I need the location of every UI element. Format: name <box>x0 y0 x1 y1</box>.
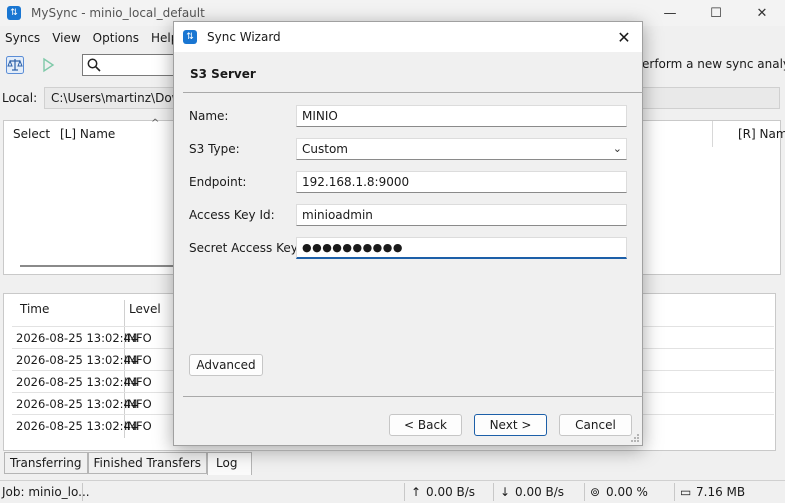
chevron-down-icon: ⌄ <box>612 142 622 155</box>
log-level: INFO <box>124 418 152 433</box>
divider <box>183 396 643 397</box>
dialog-title: Sync Wizard <box>207 30 281 44</box>
status-divider <box>493 483 494 501</box>
tab-log[interactable]: Log <box>207 452 253 475</box>
menu-syncs[interactable]: Syncs <box>0 31 47 45</box>
status-divider <box>404 483 405 501</box>
access-key-label: Access Key Id: <box>189 208 275 222</box>
analyze-hint-text: erform a new sync analyze <box>642 57 785 71</box>
status-bar: Job: minio_lo... ↑ 0.00 B/s ↓ 0.00 B/s ⊚… <box>0 480 785 503</box>
column-time[interactable]: Time <box>20 294 49 324</box>
next-button[interactable]: Next > <box>474 414 547 436</box>
status-download-speed: 0.00 B/s <box>515 485 565 499</box>
secret-key-field[interactable]: ●●●●●●●●●● <box>296 237 627 259</box>
section-heading: S3 Server <box>190 67 256 81</box>
log-time: 2026-08-25 13:02:44 <box>16 374 139 389</box>
column-left-name[interactable]: [L] Name <box>60 127 115 141</box>
local-label: Local: <box>2 91 38 105</box>
app-logo-icon: ⇅ <box>7 6 21 20</box>
memory-icon: ▭ <box>680 485 692 499</box>
maximize-icon: ☐ <box>710 5 722 21</box>
status-memory: 7.16 MB <box>696 485 746 499</box>
minimize-icon: — <box>663 5 677 21</box>
name-label: Name: <box>189 109 229 123</box>
close-window-button[interactable]: ✕ <box>739 0 785 26</box>
search-icon <box>87 58 101 72</box>
back-button[interactable]: < Back <box>389 414 462 436</box>
s3-type-label: S3 Type: <box>189 142 240 156</box>
column-divider <box>712 121 713 147</box>
log-time: 2026-08-25 13:02:44 <box>16 418 139 433</box>
search-input[interactable] <box>82 54 177 76</box>
horizontal-scrollbar[interactable] <box>20 265 180 267</box>
cpu-gauge-icon: ⊚ <box>590 485 601 499</box>
status-upload-speed: 0.00 B/s <box>426 485 476 499</box>
log-level: INFO <box>124 330 152 345</box>
column-level-label: Level <box>129 302 161 316</box>
status-job: Job: minio_lo... <box>2 485 90 499</box>
status-divider <box>674 483 675 501</box>
endpoint-label: Endpoint: <box>189 175 247 189</box>
log-time: 2026-08-25 13:02:44 <box>16 330 139 345</box>
name-field[interactable]: MINIO <box>296 105 627 127</box>
access-key-field[interactable]: minioadmin <box>296 204 627 226</box>
app-logo-icon: ⇅ <box>183 30 197 44</box>
s3-type-value: Custom <box>302 142 348 156</box>
play-icon <box>43 57 55 73</box>
log-level: INFO <box>124 374 152 389</box>
log-time: 2026-08-25 13:02:44 <box>16 352 139 367</box>
sort-ascending-icon: ^ <box>151 118 160 129</box>
column-time-label: Time <box>20 302 50 316</box>
run-sync-button[interactable] <box>36 54 60 76</box>
tab-transferring[interactable]: Transferring <box>4 452 88 474</box>
secret-key-label: Secret Access Key: <box>189 241 301 255</box>
minimize-button[interactable]: — <box>647 0 693 26</box>
balance-scale-icon <box>6 56 24 74</box>
cancel-button[interactable]: Cancel <box>559 414 632 436</box>
s3-type-select[interactable]: Custom ⌄ <box>296 138 627 160</box>
sync-wizard-dialog: ⇅ Sync Wizard ✕ S3 Server Name: MINIO S3… <box>173 21 643 446</box>
window-title: MySync - minio_local_default <box>31 6 205 20</box>
log-level: INFO <box>124 352 152 367</box>
menu-view[interactable]: View <box>47 31 87 45</box>
column-level[interactable]: Level <box>129 294 161 324</box>
close-dialog-button[interactable]: ✕ <box>612 25 636 49</box>
column-select[interactable]: Select <box>13 127 50 141</box>
divider <box>183 92 643 93</box>
log-level: INFO <box>124 396 152 411</box>
compare-button[interactable] <box>3 54 27 76</box>
resize-grip-icon[interactable] <box>630 433 640 443</box>
download-arrow-icon: ↓ <box>500 485 511 499</box>
menu-options[interactable]: Options <box>88 31 146 45</box>
bottom-tab-bar: Transferring Finished Transfers Log <box>4 452 253 475</box>
column-right-name[interactable]: [R] Nam <box>738 127 785 141</box>
log-time: 2026-08-25 13:02:44 <box>16 396 139 411</box>
maximize-button[interactable]: ☐ <box>693 0 739 26</box>
tab-finished-transfers[interactable]: Finished Transfers <box>87 452 208 474</box>
upload-arrow-icon: ↑ <box>411 485 422 499</box>
close-icon: ✕ <box>617 27 631 47</box>
status-divider <box>82 483 83 501</box>
advanced-button[interactable]: Advanced <box>189 354 263 376</box>
close-icon: ✕ <box>756 5 768 21</box>
status-divider <box>584 483 585 501</box>
status-cpu: 0.00 % <box>606 485 648 499</box>
dialog-title-bar: ⇅ Sync Wizard ✕ <box>174 22 642 52</box>
endpoint-field[interactable]: 192.168.1.8:9000 <box>296 171 627 193</box>
